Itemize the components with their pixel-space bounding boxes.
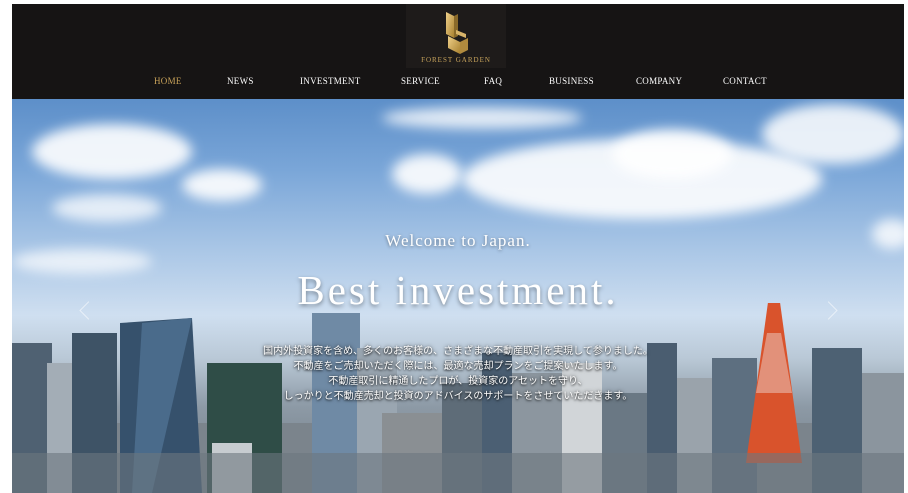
nav-business[interactable]: BUSINESS <box>549 76 594 86</box>
cloud <box>762 104 904 164</box>
nav-home[interactable]: HOME <box>154 76 182 86</box>
nav-news[interactable]: NEWS <box>227 76 254 86</box>
hero-description: 国内外投資家を含め、多くのお客様の、さまざまな不動産取引を実現して参りました。 … <box>12 344 904 404</box>
nav-faq[interactable]: FAQ <box>484 76 502 86</box>
cloud <box>52 194 162 222</box>
cloud <box>382 107 582 129</box>
site-logo[interactable]: FOREST GARDEN <box>406 4 506 68</box>
nav-contact[interactable]: CONTACT <box>723 76 767 86</box>
cloud <box>32 124 192 179</box>
cloud <box>182 169 262 201</box>
nav-company[interactable]: COMPANY <box>636 76 682 86</box>
description-line: 国内外投資家を含め、多くのお客様の、さまざまな不動産取引を実現して参りました。 <box>263 346 653 357</box>
description-line: 不動産取引に精通したプロが、投資家のアセットを守り、 <box>328 376 588 387</box>
building-logo-icon <box>446 12 468 54</box>
hero-slider: Welcome to Japan. Best investment. 国内外投資… <box>12 99 904 493</box>
site-header: FOREST GARDEN HOME NEWS INVESTMENT SERVI… <box>12 4 904 99</box>
nav-service[interactable]: SERVICE <box>401 76 440 86</box>
hero-welcome-text: Welcome to Japan. <box>385 231 531 250</box>
cloud <box>612 129 732 179</box>
description-line: 不動産をご売却いただく際には、最適な売却プランをご提案いたします。 <box>293 361 623 372</box>
nav-investment[interactable]: INVESTMENT <box>300 76 361 86</box>
main-nav: HOME NEWS INVESTMENT SERVICE FAQ BUSINES… <box>12 76 904 90</box>
page-frame: FOREST GARDEN HOME NEWS INVESTMENT SERVI… <box>12 4 904 493</box>
description-line: しっかりと不動産売却と投資のアドバイスのサポートをさせていただきます。 <box>283 391 633 402</box>
logo-text: FOREST GARDEN <box>421 56 491 64</box>
hero-headline: Best investment. <box>297 267 619 313</box>
cloud <box>392 154 462 194</box>
